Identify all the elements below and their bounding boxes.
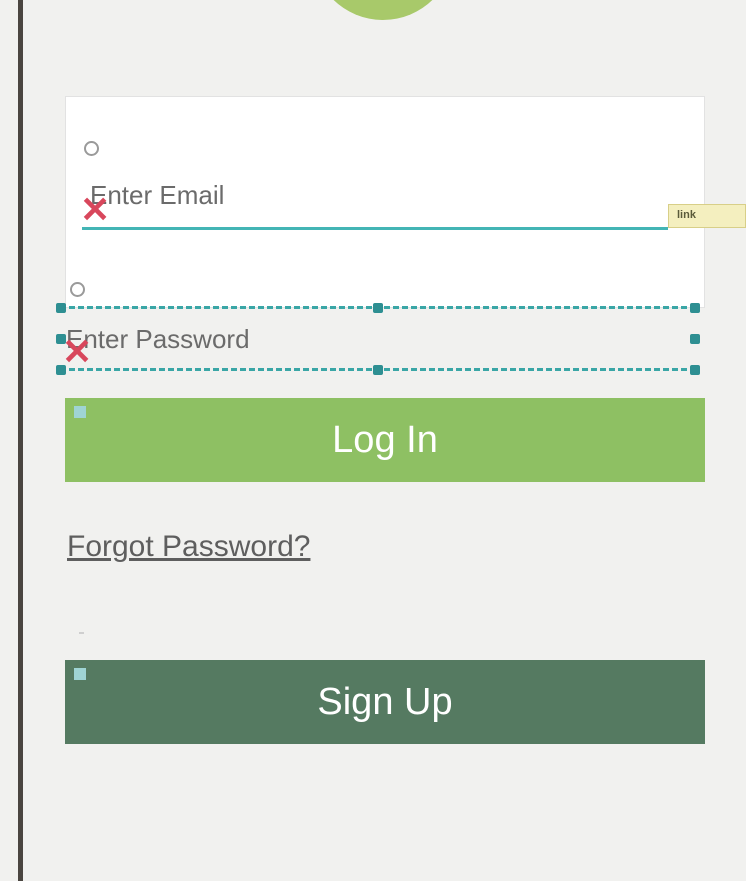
resize-handle-right[interactable]	[690, 334, 700, 344]
resize-handle-bottom-left[interactable]	[56, 365, 66, 375]
forgot-password-link[interactable]: Forgot Password?	[67, 530, 310, 564]
password-field[interactable]: Enter Password	[66, 324, 250, 355]
password-error-x-icon: ✕	[62, 331, 93, 372]
resize-handle-bottom[interactable]	[373, 365, 383, 375]
element-marker	[74, 668, 86, 680]
login-button[interactable]: Log In	[65, 398, 705, 482]
email-radio-icon[interactable]	[84, 141, 99, 156]
resize-handle-bottom-right[interactable]	[690, 365, 700, 375]
divider-dot	[79, 632, 84, 634]
email-error-x-icon: ✕	[80, 189, 111, 230]
signup-button[interactable]: Sign Up	[65, 660, 705, 744]
resize-handle-top-right[interactable]	[690, 303, 700, 313]
login-button-label: Log In	[332, 418, 438, 461]
password-radio-icon[interactable]	[70, 282, 85, 297]
canvas-left-rule	[18, 0, 23, 881]
selection-tag: link	[668, 204, 746, 228]
logo-arc	[312, 0, 454, 20]
element-marker	[74, 406, 86, 418]
signup-button-label: Sign Up	[317, 680, 453, 723]
resize-handle-top[interactable]	[373, 303, 383, 313]
resize-handle-left[interactable]	[56, 334, 66, 344]
email-underline	[82, 227, 668, 230]
resize-handle-top-left[interactable]	[56, 303, 66, 313]
